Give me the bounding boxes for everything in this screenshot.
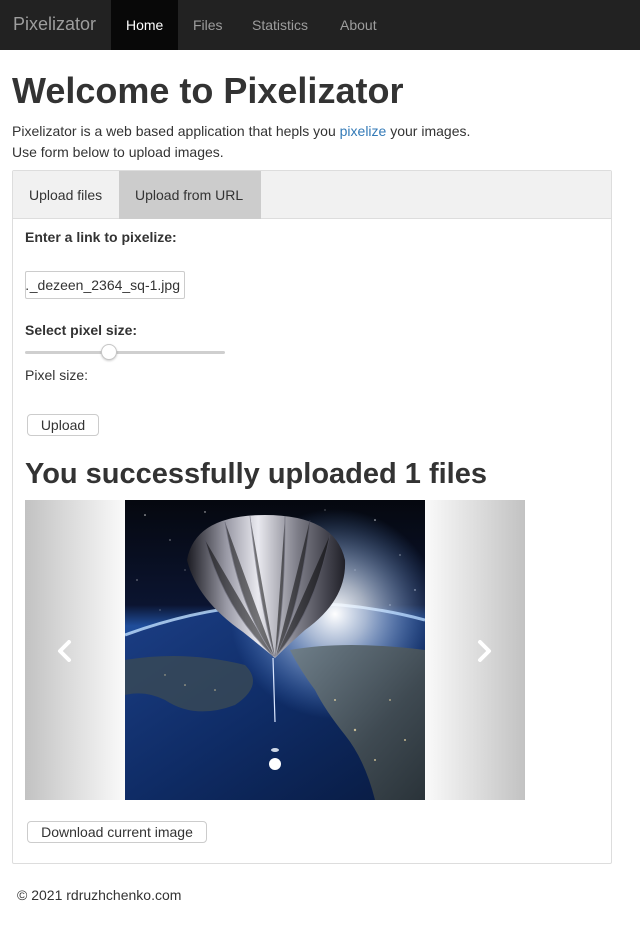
pixelize-link[interactable]: pixelize bbox=[340, 123, 387, 139]
intro-text: Pixelizator is a web based application t… bbox=[12, 121, 470, 163]
navbar: Pixelizator Home Files Statistics About bbox=[0, 0, 640, 50]
pixel-size-slider[interactable] bbox=[25, 351, 225, 354]
slider-thumb[interactable] bbox=[101, 344, 117, 360]
carousel-indicator-dot[interactable] bbox=[269, 758, 281, 770]
nav-statistics[interactable]: Statistics bbox=[237, 0, 323, 50]
download-current-image-button[interactable]: Download current image bbox=[27, 821, 207, 843]
upload-panel: Upload files Upload from URL Enter a lin… bbox=[12, 170, 612, 864]
brand-link[interactable]: Pixelizator bbox=[13, 14, 96, 35]
tab-bar: Upload files Upload from URL bbox=[13, 171, 611, 219]
nav-home[interactable]: Home bbox=[111, 0, 178, 50]
intro-before: Pixelizator is a web based application t… bbox=[12, 123, 340, 139]
intro-after: your images. bbox=[386, 123, 471, 139]
link-label: Enter a link to pixelize: bbox=[25, 229, 177, 245]
image-carousel bbox=[25, 500, 525, 800]
uploaded-image bbox=[125, 500, 425, 800]
chevron-left-icon[interactable] bbox=[54, 640, 76, 662]
footer-copyright: © 2021 rdruzhchenko.com bbox=[17, 887, 182, 903]
page-title: Welcome to Pixelizator bbox=[12, 70, 404, 111]
chevron-right-icon[interactable] bbox=[473, 640, 495, 662]
upload-button[interactable]: Upload bbox=[27, 414, 99, 436]
nav-about[interactable]: About bbox=[325, 0, 392, 50]
tab-upload-from-url[interactable]: Upload from URL bbox=[119, 171, 261, 219]
pixel-size-label: Select pixel size: bbox=[25, 322, 138, 338]
url-input-value: …_dezeen_2364_sq-1.jpg bbox=[25, 277, 180, 293]
success-heading: You successfully uploaded 1 files bbox=[25, 458, 487, 490]
tab-upload-files[interactable]: Upload files bbox=[13, 171, 119, 219]
nav-files[interactable]: Files bbox=[178, 0, 238, 50]
pixel-size-readout: Pixel size: bbox=[25, 367, 89, 383]
intro-line-1: Pixelizator is a web based application t… bbox=[12, 121, 470, 142]
intro-line-2: Use form below to upload images. bbox=[12, 144, 224, 160]
url-input[interactable]: …_dezeen_2364_sq-1.jpg bbox=[25, 271, 185, 299]
